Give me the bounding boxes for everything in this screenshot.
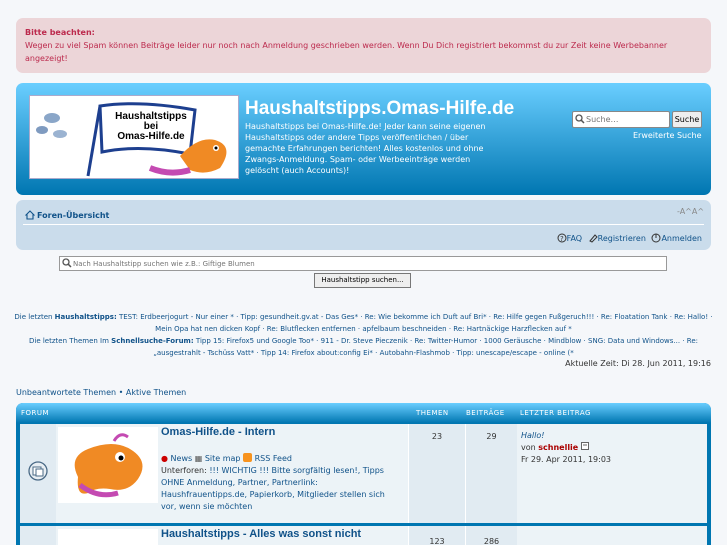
faq-link[interactable]: ? FAQ xyxy=(557,233,583,243)
forum-description: ● News ▦ Site map RSS Feed Unterforen: !… xyxy=(161,453,401,513)
ticker-prefix-1: Die letzten xyxy=(14,313,55,321)
tip-search-field[interactable] xyxy=(59,256,667,271)
quick-links-separator: • xyxy=(116,388,126,397)
search-icon xyxy=(62,258,72,268)
last-post: Hallo! von schnellie Fr 29. Apr 2011, 19… xyxy=(521,430,611,466)
last-post-by: von xyxy=(521,443,539,452)
rss-link[interactable]: RSS Feed xyxy=(243,453,292,463)
pencil-icon xyxy=(588,234,598,243)
site-header: Haushaltstipps bei Omas-Hilfe.de Haushal… xyxy=(16,83,711,195)
recent-topics-ticker: Die letzten Haushaltstipps: TEST: Erdbee… xyxy=(12,311,715,359)
active-topics-link[interactable]: Aktive Themen xyxy=(126,388,186,397)
forum-image xyxy=(58,427,158,503)
user-links: ? FAQ Registrieren Anmelden xyxy=(554,233,702,243)
ticker-items-2[interactable]: Tipp 15: Firefox5 und Google Too* · 911 … xyxy=(153,337,698,357)
sitemap-label: Site map xyxy=(204,454,241,463)
forum-image xyxy=(58,529,158,545)
forum-status-cell xyxy=(20,424,56,523)
tip-search-button[interactable]: Haushaltstipp suchen... xyxy=(314,273,411,288)
svg-text:?: ? xyxy=(560,235,564,243)
ticker-prefix-2: Die letzten Themen Im xyxy=(29,337,112,345)
ticker-items-1[interactable]: TEST: Erdbeerjogurt - Nur einer * · Tipp… xyxy=(117,313,713,333)
notice-title: Bitte beachten: xyxy=(25,28,95,37)
search-button[interactable]: Suche xyxy=(672,111,702,128)
help-icon: ? xyxy=(557,233,567,243)
ticker-heading-2: Schnellsuche-Forum: xyxy=(111,337,194,345)
col-topics: THEMEN xyxy=(416,409,449,417)
forum-row: Omas-Hilfe.de - Intern ● News ▦ Site map… xyxy=(20,424,707,523)
faq-label: FAQ xyxy=(566,234,583,243)
topics-cell: 23 xyxy=(408,424,465,523)
col-forum: FORUM xyxy=(21,409,50,417)
logo-line-3: Omas-Hilfe.de xyxy=(117,131,185,142)
forum-status-cell xyxy=(20,526,56,545)
board-index-link[interactable]: Foren-Übersicht xyxy=(24,210,110,220)
worm-mascot-icon xyxy=(74,433,143,498)
view-latest-post-icon[interactable] xyxy=(580,442,589,450)
notice-text: Wegen zu viel Spam können Beiträge leide… xyxy=(25,41,668,63)
forum-table-header: FORUM THEMEN BEITRÄGE LETZTER BEITRAG xyxy=(16,403,711,423)
home-icon xyxy=(24,210,36,220)
header-search-input[interactable] xyxy=(586,113,666,126)
current-time: Aktuelle Zeit: Di 28. Jun 2011, 19:16 xyxy=(565,359,711,368)
ticker-heading-1: Haushaltstipps: xyxy=(54,313,117,321)
subforums-label: Unterforen: xyxy=(161,466,207,475)
header-search-field[interactable] xyxy=(572,111,670,128)
logo-text: Haushaltstipps bei Omas-Hilfe.de xyxy=(108,112,194,142)
col-posts: BEITRÄGE xyxy=(466,409,505,417)
posts-count: 29 xyxy=(486,432,497,441)
forum-table: FORUM THEMEN BEITRÄGE LETZTER BEITRAG Om… xyxy=(16,403,711,545)
unanswered-topics-link[interactable]: Unbeantwortete Themen xyxy=(16,388,116,397)
power-icon xyxy=(651,233,661,243)
site-title[interactable]: Haushaltstipps.Omas-Hilfe.de xyxy=(245,98,514,120)
register-link[interactable]: Registrieren xyxy=(588,234,646,243)
rss-label: RSS Feed xyxy=(254,454,292,463)
last-post-title[interactable]: Hallo! xyxy=(521,431,544,440)
news-link[interactable]: ● News xyxy=(161,454,192,463)
site-logo[interactable]: Haushaltstipps bei Omas-Hilfe.de xyxy=(29,95,239,179)
font-size-control[interactable]: -A^A^ xyxy=(677,207,704,216)
topics-count: 123 xyxy=(429,537,445,545)
search-icon xyxy=(575,114,585,124)
login-link[interactable]: Anmelden xyxy=(651,233,702,243)
last-post-user[interactable]: schnellie xyxy=(538,443,578,452)
tip-search-input[interactable] xyxy=(73,258,663,270)
topics-count: 23 xyxy=(431,432,443,441)
site-description: Haushaltstipps bei Omas-Hilfe.de! Jeder … xyxy=(245,122,486,175)
notice-box: Bitte beachten: Wegen zu viel Spam könne… xyxy=(16,18,711,73)
posts-cell: 29 xyxy=(465,424,517,523)
news-label: News xyxy=(170,454,193,463)
topics-cell: 123 xyxy=(408,526,465,545)
forum-row: Haushaltstipps - Alles was sonst nicht 1… xyxy=(20,526,707,545)
register-label: Registrieren xyxy=(597,234,646,243)
board-index-label: Foren-Übersicht xyxy=(37,211,110,220)
nav-divider xyxy=(23,224,704,225)
rss-icon xyxy=(243,453,253,462)
forum-title[interactable]: Haushaltstipps - Alles was sonst nicht xyxy=(161,528,361,540)
forum-folder-icon xyxy=(28,461,48,481)
posts-count: 286 xyxy=(483,537,500,545)
login-label: Anmelden xyxy=(661,234,702,243)
advanced-search-link[interactable]: Erweiterte Suche xyxy=(633,131,702,140)
navbar: Foren-Übersicht -A^A^ ? FAQ Registrieren … xyxy=(16,200,711,250)
forum-title[interactable]: Omas-Hilfe.de - Intern xyxy=(161,426,275,438)
last-post-date: Fr 29. Apr 2011, 19:03 xyxy=(521,455,611,464)
col-last-post: LETZTER BEITRAG xyxy=(520,409,591,417)
sitemap-link[interactable]: ▦ Site map xyxy=(195,454,241,463)
quick-links: Unbeantwortete Themen • Aktive Themen xyxy=(16,388,186,397)
posts-cell: 286 xyxy=(465,526,517,545)
